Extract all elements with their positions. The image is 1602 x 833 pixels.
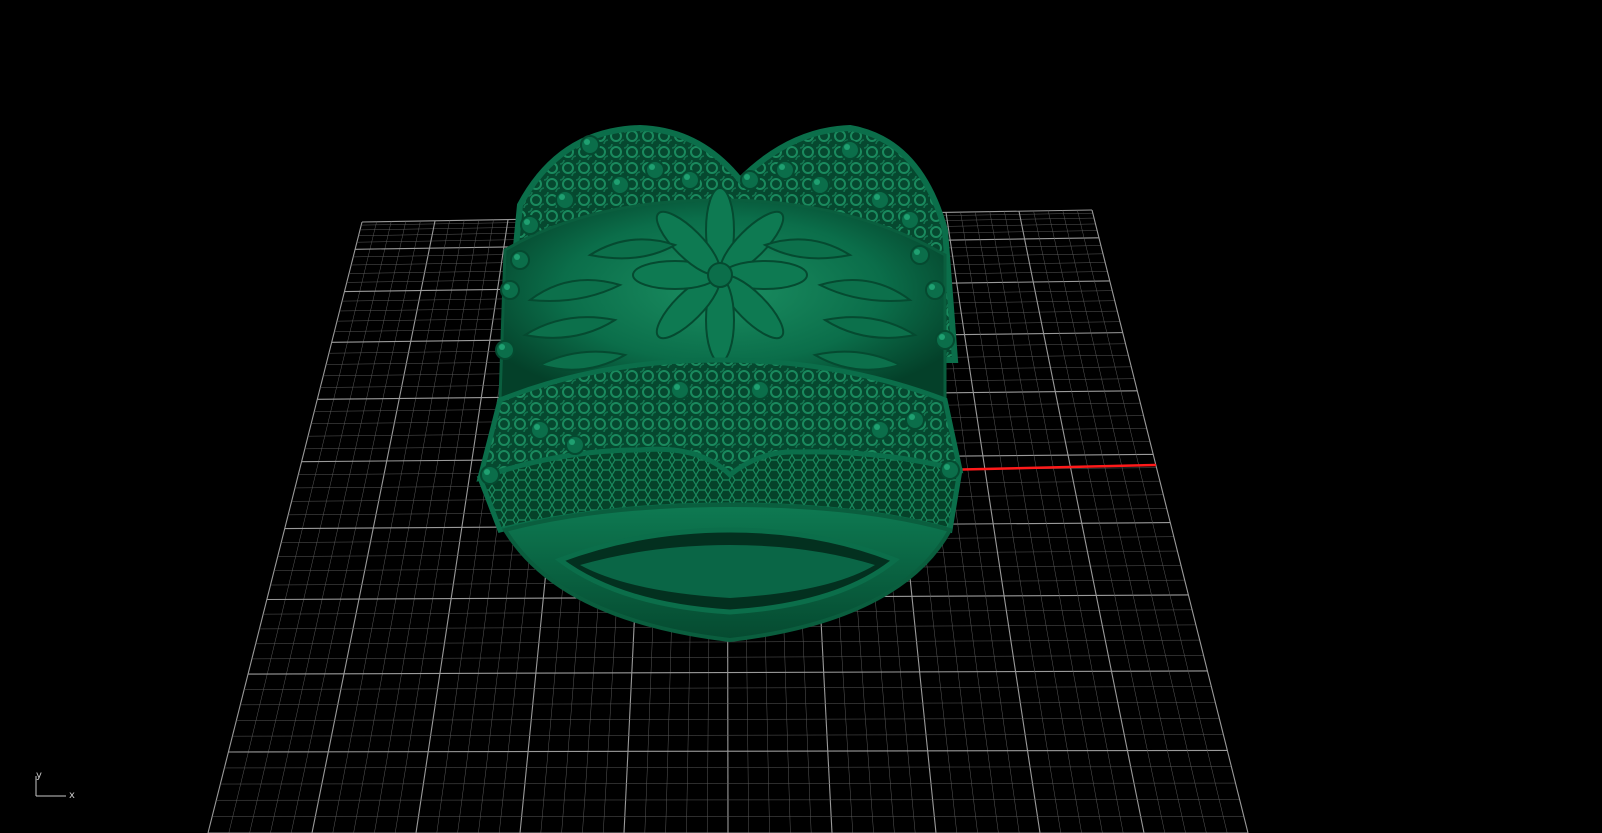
grid-line <box>415 219 509 833</box>
3d-viewport[interactable]: x y <box>0 0 1602 833</box>
grid-line <box>1091 209 1249 833</box>
bead-highlight <box>944 464 950 470</box>
bead <box>900 210 920 230</box>
grid-line <box>1018 211 1145 833</box>
bead <box>870 190 890 210</box>
bead <box>670 380 690 400</box>
bead-highlight <box>614 179 620 185</box>
bead-highlight <box>559 194 565 200</box>
bead-highlight <box>904 214 910 220</box>
bead-highlight <box>909 414 915 420</box>
axis-y-label: y <box>36 770 42 781</box>
bead-highlight <box>504 284 510 290</box>
bead <box>680 170 700 190</box>
grid-line <box>1077 210 1228 833</box>
bead <box>510 250 530 270</box>
bead <box>500 280 520 300</box>
axis-indicator: x y <box>35 770 75 801</box>
ring-model[interactable] <box>476 124 964 643</box>
bead-highlight <box>754 384 760 390</box>
bead <box>810 175 830 195</box>
grid-line <box>1004 211 1124 833</box>
bead <box>645 160 665 180</box>
bead <box>520 215 540 235</box>
grid-line <box>974 211 1082 833</box>
bead-highlight <box>499 344 505 350</box>
bead <box>840 140 860 160</box>
grid-line <box>1047 210 1186 833</box>
bead-highlight <box>779 164 785 170</box>
bead-highlight <box>569 439 575 445</box>
bead <box>870 420 890 440</box>
bead <box>910 245 930 265</box>
grid-line <box>311 220 436 833</box>
bead <box>565 435 585 455</box>
grid-line <box>1062 210 1207 833</box>
grid-line <box>1033 210 1166 833</box>
bead <box>775 160 795 180</box>
bead-highlight <box>814 179 820 185</box>
bead <box>530 420 550 440</box>
bead-highlight <box>874 424 880 430</box>
axis-x-label: x <box>69 790 75 801</box>
grid-line <box>332 220 450 833</box>
grid-line <box>374 220 480 833</box>
bead <box>935 330 955 350</box>
bead <box>610 175 630 195</box>
grid-line <box>989 211 1103 833</box>
bead-highlight <box>684 174 690 180</box>
grid-line <box>290 220 421 833</box>
grid-line <box>270 221 407 833</box>
grid-line <box>394 219 494 833</box>
bead-highlight <box>914 249 920 255</box>
bead-highlight <box>939 334 945 340</box>
bead-highlight <box>874 194 880 200</box>
grid-line <box>228 221 377 833</box>
bead <box>555 190 575 210</box>
grid-line <box>960 212 1062 833</box>
bead <box>740 170 760 190</box>
bead <box>750 380 770 400</box>
bead-highlight <box>534 424 540 430</box>
bead <box>480 465 500 485</box>
viewport-scene[interactable]: x y <box>0 0 1602 833</box>
bead-highlight <box>929 284 935 290</box>
bead <box>940 460 960 480</box>
bead <box>925 280 945 300</box>
bead-highlight <box>649 164 655 170</box>
bead <box>580 135 600 155</box>
grid-line <box>207 221 363 833</box>
bead <box>905 410 925 430</box>
bead-highlight <box>524 219 530 225</box>
bead-highlight <box>584 139 590 145</box>
bead <box>495 340 515 360</box>
bead-highlight <box>484 469 490 475</box>
bead-highlight <box>674 384 680 390</box>
bead-highlight <box>844 144 850 150</box>
x-axis-line <box>939 463 1157 472</box>
bead-highlight <box>514 254 520 260</box>
bead-highlight <box>744 174 750 180</box>
grid-line <box>216 799 1240 801</box>
grid-line <box>945 212 1041 833</box>
flower-icon <box>632 187 808 363</box>
